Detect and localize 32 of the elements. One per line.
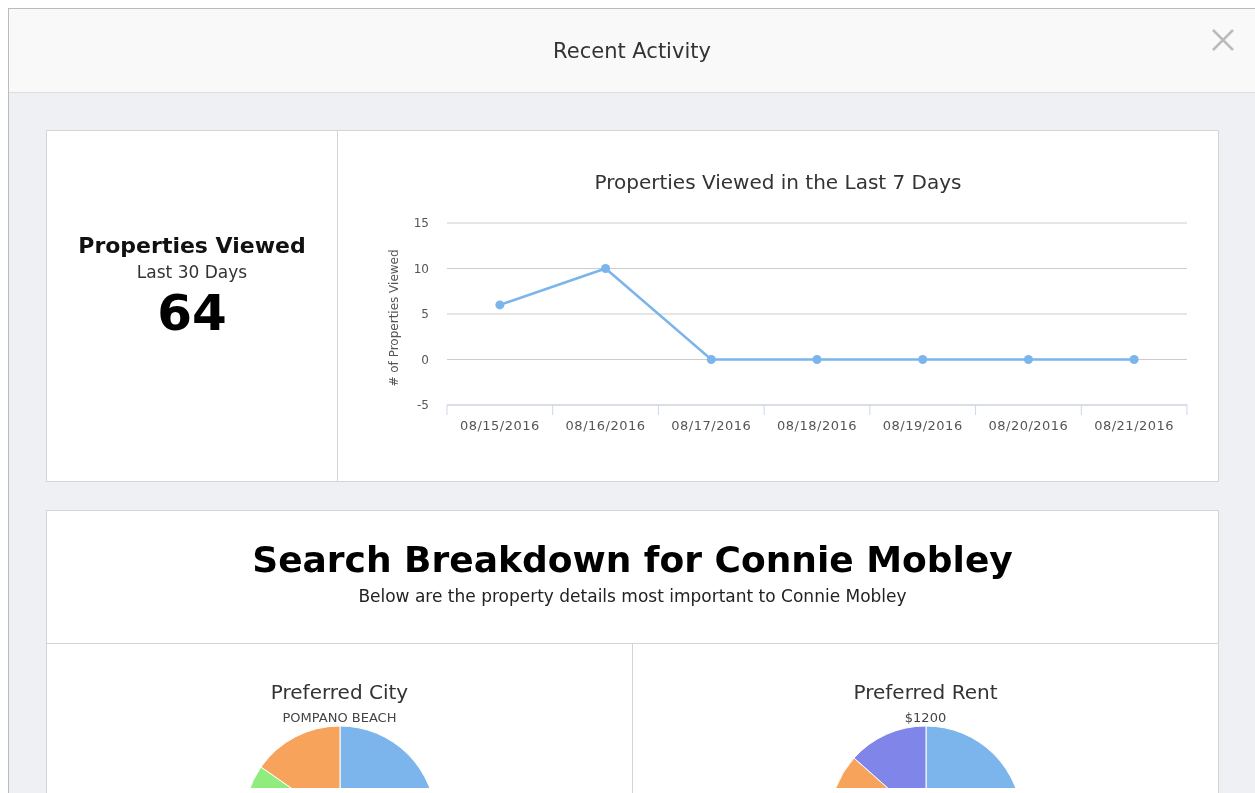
x-tick-label: 08/20/2016 [988,418,1069,433]
y-tick-label: 0 [421,352,429,367]
x-tick-label: 08/17/2016 [671,418,752,433]
x-tick-label: 08/16/2016 [565,418,646,433]
y-tick-label: 10 [413,261,429,276]
panel-title: Preferred Rent [853,680,998,704]
y-tick-label: 5 [421,307,429,321]
close-icon[interactable] [1211,28,1235,52]
data-point [918,355,928,364]
slice-label: POMPANO BEACH [281,710,398,725]
chart-title: Properties Viewed in the Last 7 Days [594,170,962,194]
data-point [495,300,505,310]
y-axis-title: # of Properties Viewed [387,249,401,387]
x-tick-label: 08/15/2016 [459,418,540,433]
x-tick-label: 08/18/2016 [777,418,857,433]
data-point [601,264,611,273]
panel-title: Preferred City [270,680,409,704]
breakdown-subtitle: Below are the property details most important to Connie Mobley [358,586,907,606]
breakdown-title: Search Breakdown for Connie Mobley [252,539,1013,580]
y-tick-label: 15 [413,216,429,230]
window-title: Recent Activity [553,38,711,63]
x-tick-label: 08/19/2016 [882,418,963,433]
y-tick-label: -5 [417,398,429,412]
data-point [1023,355,1033,364]
view-count: 64 [157,284,227,342]
data-point [706,355,716,364]
slice-label: $1200 [903,710,948,725]
summary-title: Properties Viewed [78,233,306,258]
data-point [812,355,822,364]
x-tick-label: 08/21/2016 [1094,418,1175,433]
data-point [1129,355,1139,364]
summary-subtitle: Last 30 Days [136,262,248,282]
